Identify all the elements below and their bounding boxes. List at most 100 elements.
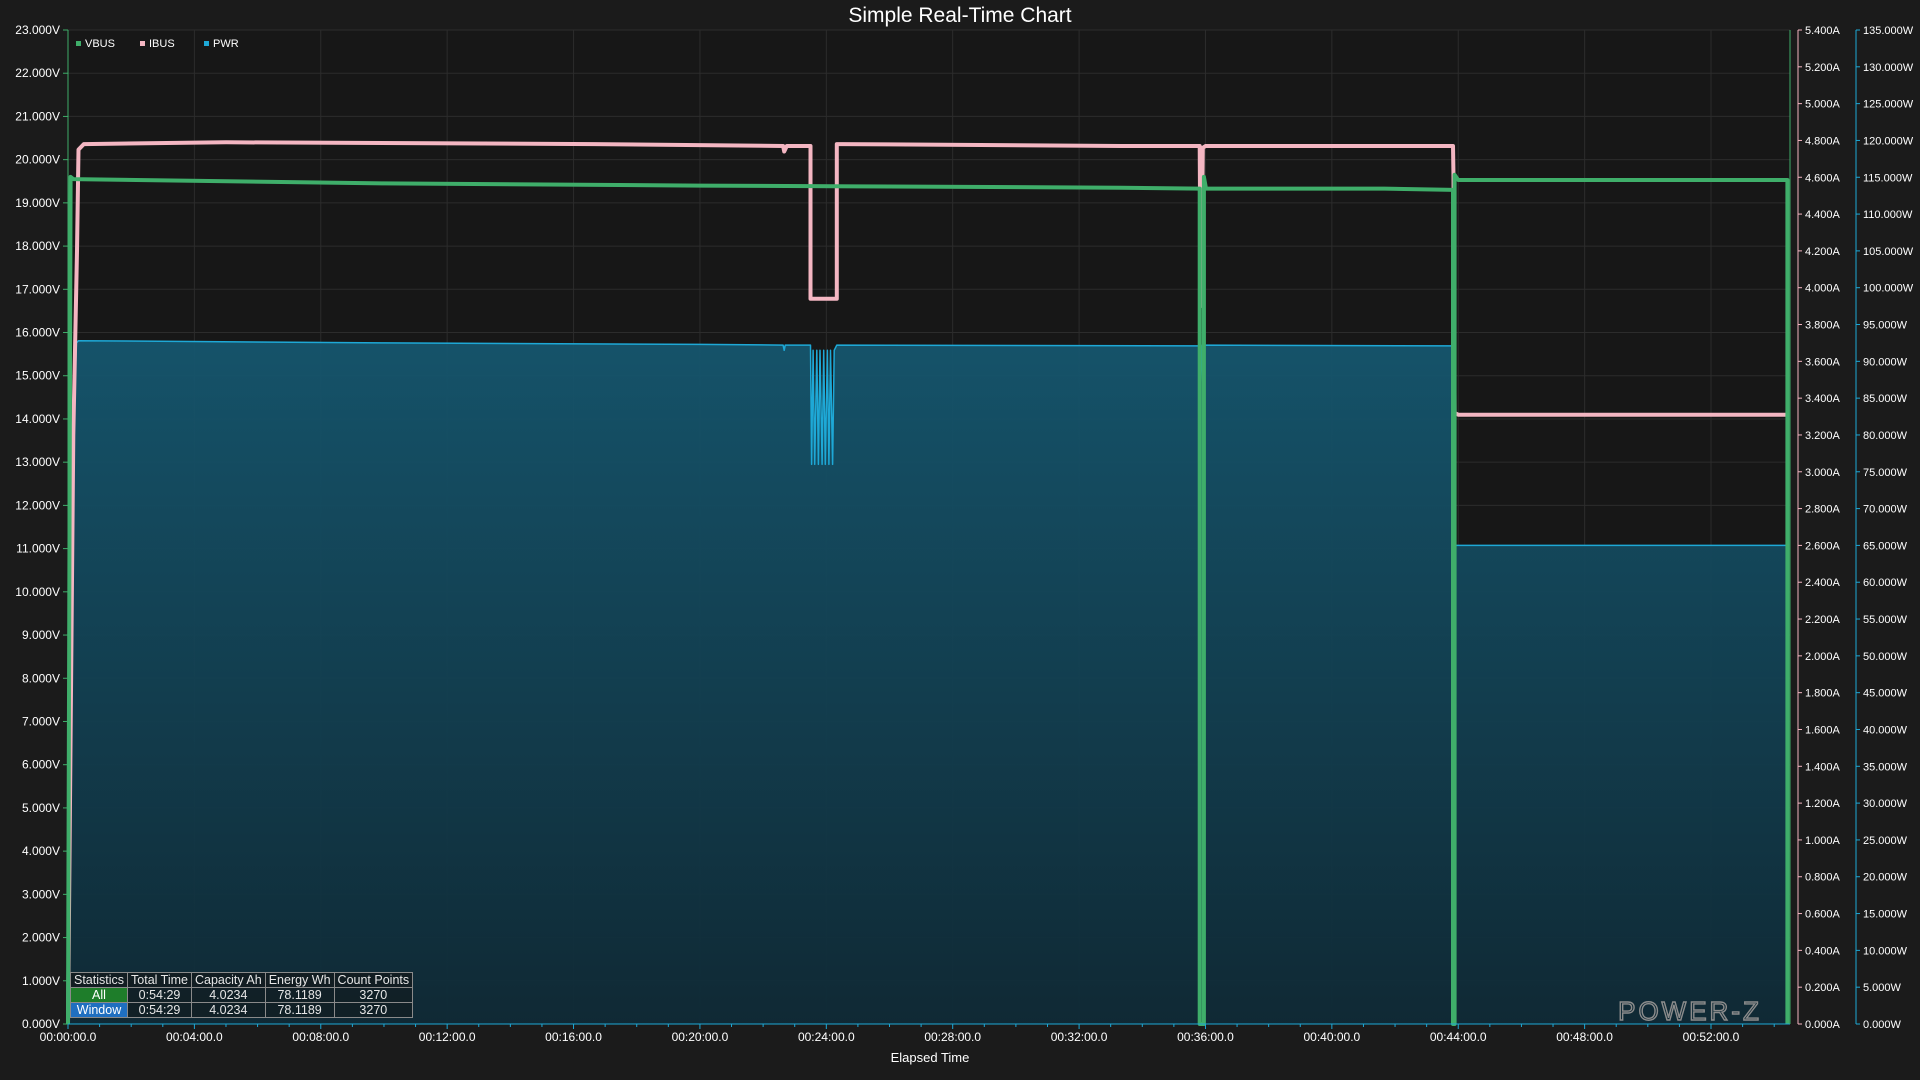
current-tick-label: 3.000A	[1805, 467, 1841, 479]
power-tick-label: 135.000W	[1863, 25, 1914, 37]
current-tick-label: 4.000A	[1805, 283, 1841, 295]
x-tick-label: 00:28:00.0	[924, 1030, 981, 1044]
current-tick-label: 4.800A	[1805, 135, 1841, 147]
legend-label-ibus: IBUS	[149, 38, 175, 50]
chart-root: Simple Real-Time Chart 00:00:00.0 00:04:0…	[0, 0, 1920, 1080]
current-tick-label: 2.000A	[1805, 651, 1841, 663]
legend-swatch-vbus	[76, 41, 81, 46]
x-tick-label: 00:16:00.0	[545, 1030, 602, 1044]
stats-row-label: Window	[69, 1002, 129, 1018]
current-tick-label: 4.400A	[1805, 209, 1841, 221]
stats-row-all: All 0:54:29 4.0234 78.1189 3270	[69, 987, 414, 1003]
statistics-header-row: Statistics Total Time Capacity Ah Energy…	[69, 972, 414, 988]
voltage-tick-label: 14.000V	[15, 412, 60, 426]
power-tick-label: 65.000W	[1863, 540, 1908, 552]
stats-row-label: All	[69, 987, 129, 1003]
current-tick-label: 0.800A	[1805, 872, 1841, 884]
current-tick-label: 2.600A	[1805, 540, 1841, 552]
stats-header-energy: Energy Wh	[264, 972, 335, 988]
stats-cell: 0:54:29	[127, 987, 192, 1003]
voltage-tick-label: 17.000V	[15, 282, 60, 296]
x-tick-label: 00:04:00.0	[166, 1030, 223, 1044]
stats-cell: 4.0234	[190, 1002, 266, 1018]
voltage-tick-label: 11.000V	[16, 542, 60, 556]
voltage-tick-label: 7.000V	[22, 714, 60, 728]
voltage-tick-label: 10.000V	[15, 585, 60, 599]
x-tick-label: 00:48:00.0	[1556, 1030, 1613, 1044]
chart-title: Simple Real-Time Chart	[848, 4, 1071, 27]
voltage-tick-label: 4.000V	[22, 844, 60, 858]
power-tick-label: 125.000W	[1863, 99, 1914, 111]
voltage-tick-label: 15.000V	[15, 369, 60, 383]
current-tick-label: 1.200A	[1805, 798, 1841, 810]
current-tick-label: 1.400A	[1805, 761, 1841, 773]
stats-cell: 0:54:29	[127, 1002, 192, 1018]
current-tick-label: 3.400A	[1805, 393, 1841, 405]
current-tick-label: 1.600A	[1805, 724, 1841, 736]
power-tick-label: 70.000W	[1863, 504, 1908, 516]
power-tick-label: 25.000W	[1863, 835, 1908, 847]
power-tick-label: 95.000W	[1863, 320, 1908, 332]
voltage-tick-label: 16.000V	[15, 326, 60, 340]
statistics-table: Statistics Total Time Capacity Ah Energy…	[69, 972, 414, 1018]
legend: VBUS IBUS PWR	[76, 38, 239, 50]
legend-label-pwr: PWR	[213, 38, 239, 50]
legend-swatch-ibus	[140, 41, 145, 46]
current-tick-label: 0.400A	[1805, 945, 1841, 957]
x-tick-label: 00:20:00.0	[672, 1030, 729, 1044]
voltage-tick-label: 9.000V	[22, 628, 60, 642]
current-tick-label: 0.000A	[1805, 1019, 1841, 1031]
current-tick-label: 5.000A	[1805, 99, 1841, 111]
x-tick-label: 00:40:00.0	[1303, 1030, 1360, 1044]
current-tick-label: 3.800A	[1805, 320, 1841, 332]
current-tick-label: 2.400A	[1805, 577, 1841, 589]
power-tick-label: 85.000W	[1863, 393, 1908, 405]
power-tick-label: 30.000W	[1863, 798, 1908, 810]
current-tick-label: 5.200A	[1805, 62, 1841, 74]
current-tick-label: 2.200A	[1805, 614, 1841, 626]
power-tick-label: 20.000W	[1863, 872, 1908, 884]
x-axis-title: Elapsed Time	[891, 1050, 970, 1065]
power-tick-label: 50.000W	[1863, 651, 1908, 663]
power-tick-label: 0.000W	[1863, 1019, 1902, 1031]
stats-cell: 3270	[333, 1002, 414, 1018]
stats-cell: 3270	[333, 987, 414, 1003]
power-tick-label: 10.000W	[1863, 945, 1908, 957]
power-tick-label: 80.000W	[1863, 430, 1908, 442]
x-tick-label: 00:12:00.0	[419, 1030, 476, 1044]
voltage-tick-label: 19.000V	[15, 196, 60, 210]
current-tick-label: 1.000A	[1805, 835, 1841, 847]
x-tick-label: 00:44:00.0	[1430, 1030, 1487, 1044]
current-tick-label: 4.600A	[1805, 172, 1841, 184]
current-tick-label: 0.600A	[1805, 909, 1841, 921]
power-tick-label: 55.000W	[1863, 614, 1908, 626]
stats-header-statistics: Statistics	[69, 972, 129, 988]
current-tick-label: 3.600A	[1805, 356, 1841, 368]
power-tick-label: 110.000W	[1863, 209, 1913, 221]
legend-label-vbus: VBUS	[85, 38, 115, 50]
x-tick-label: 00:32:00.0	[1051, 1030, 1108, 1044]
x-tick-label: 00:00:00.0	[40, 1030, 97, 1044]
power-tick-label: 5.000W	[1863, 982, 1902, 994]
voltage-tick-label: 20.000V	[15, 153, 60, 167]
current-tick-label: 0.200A	[1805, 982, 1841, 994]
voltage-tick-label: 8.000V	[22, 671, 60, 685]
current-tick-label: 3.200A	[1805, 430, 1841, 442]
x-tick-label: 00:52:00.0	[1683, 1030, 1740, 1044]
voltage-tick-label: 2.000V	[22, 931, 60, 945]
stats-header-total-time: Total Time	[127, 972, 192, 988]
current-tick-label: 5.400A	[1805, 25, 1841, 37]
watermark-text: POWER-Z	[1618, 996, 1762, 1026]
power-tick-label: 115.000W	[1863, 172, 1913, 184]
power-tick-label: 35.000W	[1863, 761, 1908, 773]
voltage-tick-label: 18.000V	[15, 239, 60, 253]
stats-cell: 4.0234	[190, 987, 266, 1003]
voltage-tick-label: 23.000V	[15, 23, 60, 37]
power-tick-label: 120.000W	[1863, 135, 1914, 147]
voltage-tick-label: 13.000V	[15, 455, 60, 469]
current-tick-label: 1.800A	[1805, 688, 1841, 700]
voltage-tick-label: 6.000V	[22, 758, 60, 772]
stats-header-capacity: Capacity Ah	[190, 972, 266, 988]
voltage-tick-label: 1.000V	[22, 974, 60, 988]
stats-row-window: Window 0:54:29 4.0234 78.1189 3270	[69, 1002, 414, 1018]
